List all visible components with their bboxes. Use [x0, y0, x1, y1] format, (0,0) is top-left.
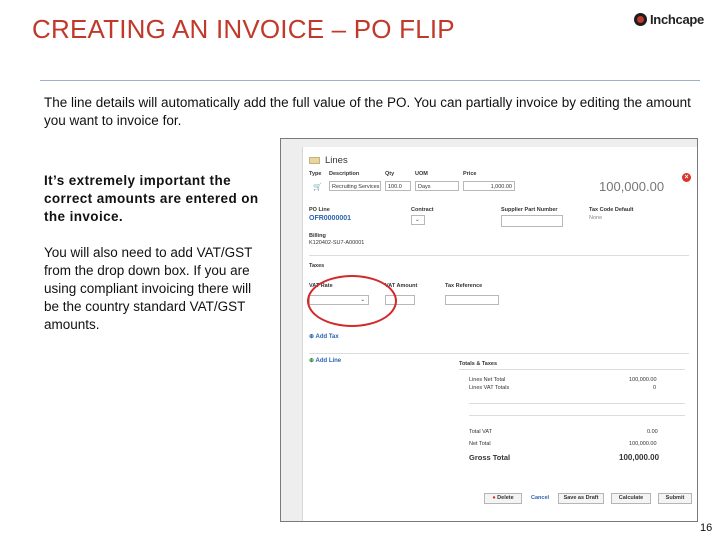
cancel-link[interactable]: Cancel	[531, 495, 549, 501]
gross-total-label: Gross Total	[469, 453, 511, 462]
description-field[interactable]: Recruiting Services	[329, 181, 381, 191]
vat-note-text: You will also need to add VAT/GST from t…	[44, 245, 253, 332]
contract-label: Contract	[411, 207, 434, 213]
divider	[469, 403, 685, 404]
divider	[309, 353, 689, 354]
taxes-label: Taxes	[309, 263, 325, 269]
lines-vat-totals-value: 0	[653, 385, 657, 391]
uom-header: UOM	[415, 171, 428, 177]
net-total-value: 100,000.00	[629, 441, 657, 447]
logo-icon	[634, 13, 647, 26]
totals-title: Totals & Taxes	[459, 361, 498, 367]
slide-title: CREATING AN INVOICE – PO FLIP	[32, 14, 455, 44]
supplier-part-label: Supplier Part Number	[501, 207, 558, 213]
inchcape-logo: Inchcape	[634, 12, 704, 27]
total-vat-value: 0.00	[647, 429, 658, 435]
tax-code-label: Tax Code Default	[589, 207, 634, 213]
lines-net-total-value: 100,000.00	[629, 377, 657, 383]
chevron-down-icon: ⌄	[415, 217, 420, 223]
po-line-link[interactable]: OFR0000001	[309, 215, 351, 222]
tax-code-value: None	[589, 215, 603, 221]
divider	[309, 255, 689, 256]
po-line-label: PO Line	[309, 207, 330, 213]
emphasis-text: It’s extremely important the correct amo…	[44, 173, 259, 224]
cart-icon: 🛒	[313, 184, 322, 191]
net-total-label: Net Total	[469, 441, 491, 447]
folder-icon	[309, 157, 320, 164]
gross-total-value: 100,000.00	[619, 453, 660, 462]
page-number: 16	[700, 522, 713, 534]
divider	[469, 415, 685, 416]
price-field[interactable]: 1,000.00	[463, 181, 515, 191]
submit-button[interactable]: Submit	[658, 493, 692, 504]
supplier-part-input[interactable]	[501, 215, 563, 227]
calculate-button[interactable]: Calculate	[611, 493, 651, 504]
uom-select[interactable]: Days	[415, 181, 459, 191]
price-header: Price	[463, 171, 477, 177]
logo-text: Inchcape	[650, 12, 704, 27]
remove-line-icon[interactable]: ×	[682, 173, 691, 182]
total-vat-label: Total VAT	[469, 429, 493, 435]
title-divider	[40, 80, 700, 81]
invoice-screenshot: Lines Type Description Qty UOM Price 🛒 R…	[280, 138, 698, 522]
line-amount: 100,000.00	[599, 179, 665, 194]
intro-text: The line details will automatically add …	[44, 95, 691, 128]
qty-field[interactable]: 100.0	[385, 181, 411, 191]
lines-net-total-label: Lines Net Total	[469, 377, 506, 383]
delete-button[interactable]: ● Delete	[484, 493, 522, 504]
add-tax-link[interactable]: ⊕ Add Tax	[309, 333, 339, 340]
billing-value: K120402-SU7-A00001	[309, 240, 365, 246]
save-draft-button[interactable]: Save as Draft	[558, 493, 604, 504]
qty-header: Qty	[385, 171, 395, 177]
description-header: Description	[329, 171, 360, 177]
add-line-link[interactable]: ⊕ Add Line	[309, 357, 341, 364]
billing-label: Billing	[309, 233, 326, 239]
invoice-lines-form: Lines Type Description Qty UOM Price 🛒 R…	[302, 147, 697, 521]
lines-vat-totals-label: Lines VAT Totals	[469, 385, 510, 391]
type-header: Type	[309, 171, 322, 177]
contract-select[interactable]: ⌄	[411, 215, 425, 225]
divider	[459, 369, 685, 370]
vat-rate-highlight-circle	[307, 275, 397, 327]
tax-reference-label: Tax Reference	[445, 283, 483, 289]
tax-reference-input[interactable]	[445, 295, 499, 305]
lines-title: Lines	[325, 155, 348, 166]
